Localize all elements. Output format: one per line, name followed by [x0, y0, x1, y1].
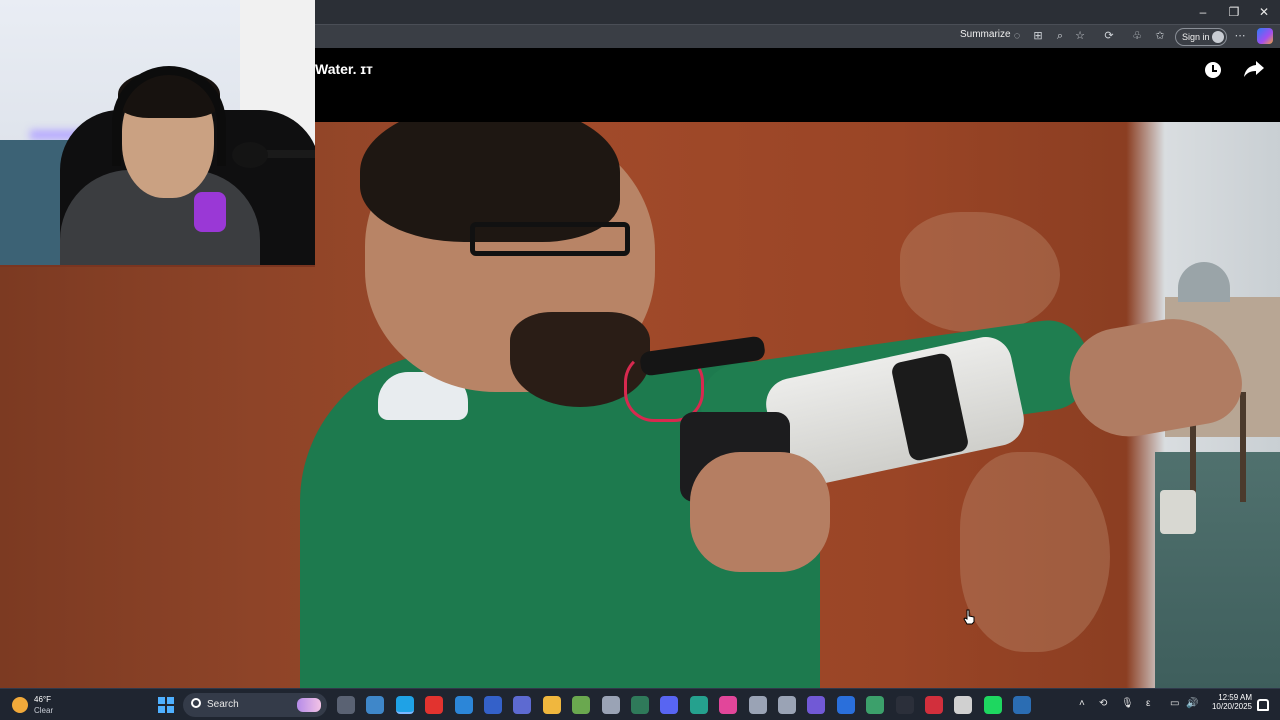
- app-5-icon[interactable]: [484, 696, 502, 714]
- notification-bell-icon[interactable]: [1257, 699, 1269, 711]
- canal-water: [1155, 452, 1280, 688]
- video-header: [315, 48, 1280, 122]
- copilot-icon[interactable]: [1257, 28, 1273, 44]
- video-title[interactable]: Water. ɪᴛ: [315, 61, 373, 77]
- close-button[interactable]: ✕: [1249, 0, 1279, 24]
- zoom-icon[interactable]: ⌕: [1053, 29, 1067, 43]
- boat: [1160, 490, 1196, 534]
- show-hidden-icons[interactable]: ˄: [1079, 698, 1085, 709]
- gripping-hand: [690, 452, 830, 572]
- app-16-icon[interactable]: [807, 696, 826, 714]
- steam-icon[interactable]: [1013, 696, 1032, 714]
- search-highlight-icon: [297, 698, 321, 712]
- mooring-pole: [1240, 392, 1246, 502]
- wall-patch: [960, 452, 1110, 652]
- browser-titlebar: – ❐ ✕: [315, 0, 1280, 24]
- sync-icon[interactable]: ⟲: [1099, 698, 1107, 709]
- search-icon: [191, 698, 201, 708]
- app-10-icon[interactable]: [631, 696, 649, 714]
- spotify-icon[interactable]: [983, 696, 1002, 714]
- more-options-icon[interactable]: ⋯: [1233, 29, 1247, 43]
- language-icon[interactable]: ε: [1146, 698, 1150, 709]
- app-15-icon[interactable]: [778, 696, 796, 714]
- widgets-icon[interactable]: [366, 696, 385, 714]
- read-aloud-icon[interactable]: ◌: [1010, 29, 1024, 43]
- search-label: Search: [207, 699, 239, 710]
- weather-widget[interactable]: 46°F Clear: [12, 692, 72, 718]
- microphone-icon[interactable]: 🎙: [1121, 698, 1134, 709]
- start-button[interactable]: [158, 697, 174, 713]
- discord-icon[interactable]: [660, 696, 679, 714]
- sign-in-label: Sign in: [1182, 32, 1210, 42]
- taskbar: 46°F Clear Search ˄ ⟲ 🎙 ε ▭ 🔊 12:59 AM 1…: [0, 688, 1280, 720]
- weather-condition: Clear: [34, 706, 54, 715]
- share-icon[interactable]: [1244, 60, 1264, 78]
- favorite-star-icon[interactable]: ☆: [1073, 29, 1087, 43]
- sign-in-button[interactable]: Sign in: [1175, 28, 1227, 46]
- purple-accessory: [194, 192, 226, 232]
- glasses: [470, 222, 630, 256]
- clock-date: 10/20/2025: [1211, 702, 1252, 711]
- task-view-icon[interactable]: [337, 696, 355, 714]
- browser-essentials-icon[interactable]: ♧: [1130, 29, 1144, 43]
- store-icon[interactable]: [454, 696, 473, 714]
- system-clock[interactable]: 12:59 AM 10/20/2025: [1208, 693, 1252, 711]
- file-explorer-icon[interactable]: [542, 696, 561, 714]
- restore-button[interactable]: ❐: [1219, 0, 1249, 24]
- browser-toolbar: Summarize ◌ ⊞ ⌕ ☆ ⟳ ♧ ✩ Sign in ⋯: [315, 24, 1280, 48]
- opera-icon[interactable]: [425, 696, 444, 714]
- edge-icon[interactable]: [395, 696, 414, 714]
- wall-patch: [900, 212, 1060, 332]
- favorites-icon[interactable]: ✩: [1153, 29, 1167, 43]
- app-6-icon[interactable]: [513, 696, 532, 714]
- clock-time: 12:59 AM: [1218, 693, 1252, 702]
- streamer-mic: [232, 142, 268, 168]
- weather-temp: 46°F: [34, 695, 51, 704]
- webcam-overlay: [0, 0, 315, 265]
- hand-cursor-icon: [963, 609, 975, 625]
- profile-avatar-icon: [1212, 31, 1224, 43]
- summarize-button[interactable]: Summarize: [960, 29, 1011, 40]
- app-12-icon[interactable]: [689, 696, 708, 714]
- x-icon[interactable]: [954, 696, 973, 714]
- app-14-icon[interactable]: [748, 696, 767, 714]
- taskbar-search[interactable]: Search: [183, 693, 327, 717]
- screen: Water. ɪᴛ – ❐ ✕ Summarize ◌ ⊞ ⌕ ☆ ⟳ ♧ ✩ …: [0, 0, 1280, 720]
- app-9-icon[interactable]: [601, 696, 620, 714]
- app-13-icon[interactable]: [719, 696, 738, 714]
- app-8-icon[interactable]: [572, 696, 591, 714]
- network-icon[interactable]: ▭: [1170, 698, 1179, 709]
- extensions-icon[interactable]: ⟳: [1102, 29, 1116, 43]
- apps-icon[interactable]: ⊞: [1031, 29, 1045, 43]
- minimize-button[interactable]: –: [1188, 0, 1218, 24]
- app-20-icon[interactable]: [925, 696, 943, 714]
- app-17-icon[interactable]: [836, 696, 855, 714]
- church-dome: [1178, 262, 1230, 302]
- app-19-icon[interactable]: [895, 696, 914, 714]
- watch-later-icon[interactable]: [1205, 62, 1221, 78]
- volume-icon[interactable]: 🔊: [1186, 698, 1198, 709]
- weather-icon: [12, 697, 28, 713]
- app-18-icon[interactable]: [866, 696, 885, 714]
